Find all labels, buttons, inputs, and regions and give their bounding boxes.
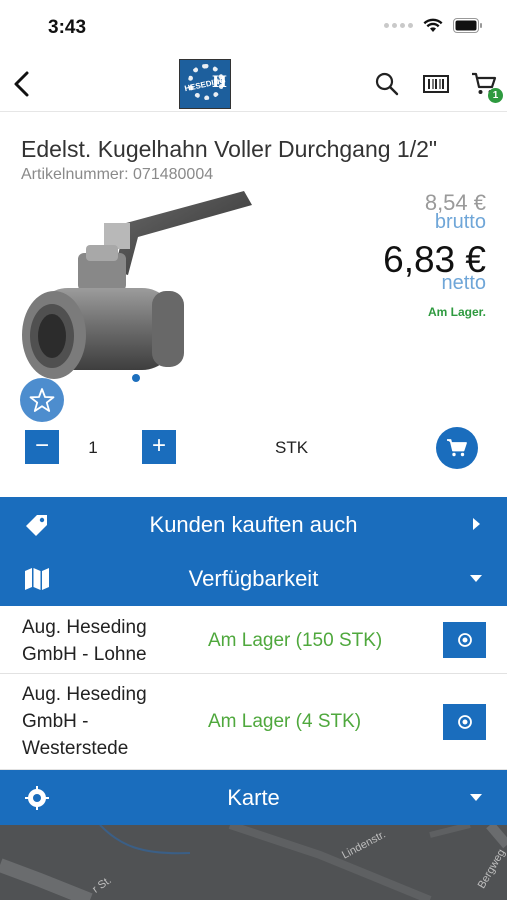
store-stock: Am Lager (4 STK)	[208, 711, 362, 732]
label-gross: brutto	[434, 211, 486, 233]
list-item: Aug. Heseding GmbH - Westerstede Am Lage…	[0, 675, 507, 770]
stock-status: Am Lager.	[427, 305, 486, 319]
quantity-increase-button[interactable]: +	[142, 430, 176, 464]
article-number: Artikelnummer: 071480004	[21, 166, 214, 183]
cart-count-badge: 1	[488, 88, 503, 103]
section-availability[interactable]: Verfügbarkeit	[0, 551, 507, 606]
list-item: Aug. Heseding GmbH - Lohne Am Lager (150…	[0, 606, 507, 674]
navigation-bar: HESEDING H 1	[0, 56, 507, 112]
cart-icon	[447, 439, 467, 457]
logo-letter: H	[211, 72, 227, 91]
company-logo[interactable]: HESEDING H	[179, 59, 231, 109]
image-page-indicator[interactable]	[132, 374, 140, 382]
signal-icon	[384, 23, 413, 28]
quantity-decrease-button[interactable]: −	[25, 430, 59, 464]
cart-button[interactable]: 1	[471, 71, 503, 103]
section-label: Verfügbarkeit	[188, 566, 319, 591]
chevron-right-icon	[473, 518, 480, 530]
product-title: Edelst. Kugelhahn Voller Durchgang 1/2"	[21, 136, 438, 162]
label-net: netto	[441, 272, 486, 294]
store-name: Aug. Heseding GmbH - Lohne	[22, 617, 147, 665]
locate-icon	[457, 715, 472, 729]
status-time: 3:43	[48, 17, 87, 38]
map-view[interactable]: Lindenstr. Bergweg r St.	[0, 825, 507, 900]
store-location-button[interactable]	[443, 704, 486, 740]
store-stock: Am Lager (150 STK)	[208, 630, 383, 651]
chevron-down-icon	[470, 575, 482, 582]
unit-label: STK	[275, 438, 309, 457]
status-icons	[384, 18, 483, 33]
section-map[interactable]: Karte	[0, 770, 507, 825]
product-image[interactable]	[16, 183, 262, 401]
store-location-button[interactable]	[443, 622, 486, 658]
add-to-cart-button[interactable]	[436, 427, 478, 469]
section-label: Kunden kauften auch	[149, 512, 358, 537]
section-customers-also-bought[interactable]: Kunden kauften auch	[0, 497, 507, 551]
wifi-icon	[423, 18, 443, 32]
barcode-scanner-icon[interactable]	[423, 71, 449, 97]
section-label: Karte	[227, 785, 280, 810]
chevron-down-icon	[470, 794, 482, 801]
back-button[interactable]	[10, 68, 34, 100]
star-icon	[29, 388, 55, 412]
search-icon[interactable]	[374, 71, 400, 97]
map-roads	[0, 825, 507, 900]
status-bar: 3:43	[0, 0, 507, 56]
battery-icon	[453, 18, 482, 33]
locate-icon	[457, 633, 472, 647]
store-name: Aug. Heseding GmbH - Westerstede	[22, 684, 147, 759]
favorite-button[interactable]	[20, 378, 64, 422]
quantity-value[interactable]: 1	[80, 438, 106, 458]
